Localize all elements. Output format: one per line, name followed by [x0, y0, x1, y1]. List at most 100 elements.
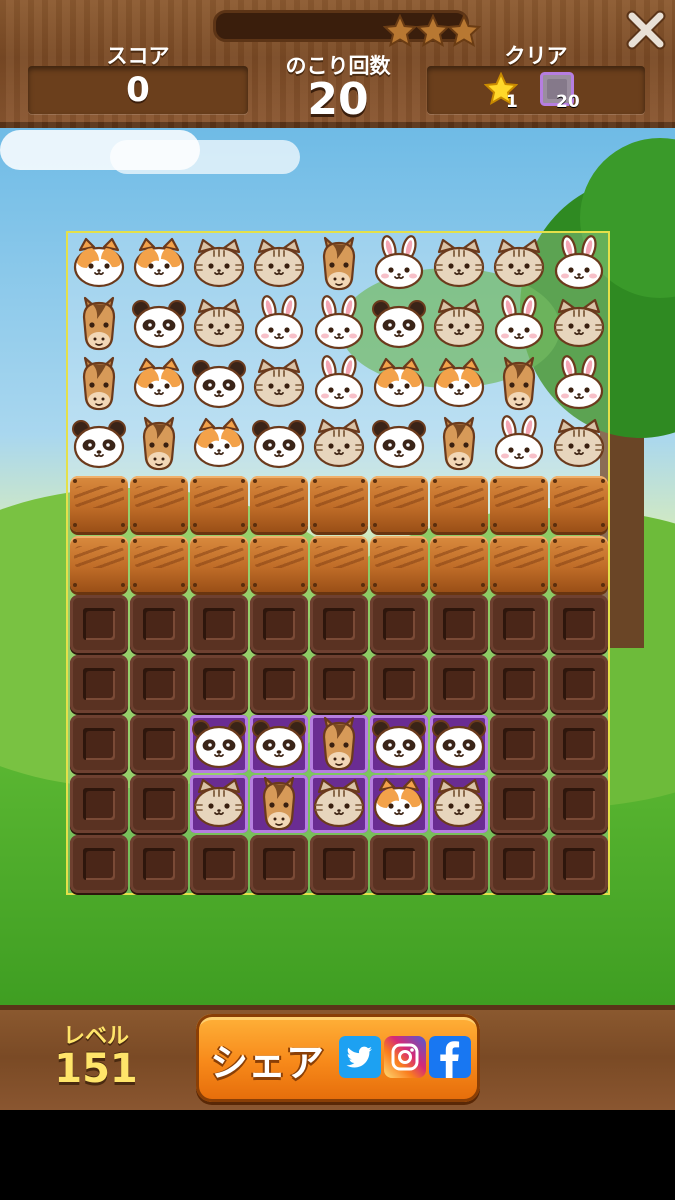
wood-crate-block[interactable] — [549, 534, 609, 594]
chocolate-block[interactable] — [249, 594, 309, 654]
chocolate-block[interactable] — [69, 774, 129, 834]
chocolate-block[interactable] — [549, 774, 609, 834]
chocolate-block[interactable] — [549, 654, 609, 714]
calico-cat-tile[interactable] — [69, 234, 129, 294]
tabby-cat-tile[interactable] — [489, 234, 549, 294]
tabby-cat-tile-on-purple[interactable] — [189, 774, 249, 834]
tabby-cat-tile[interactable] — [189, 294, 249, 354]
rabbit-tile[interactable] — [549, 354, 609, 414]
wood-crate-block[interactable] — [429, 534, 489, 594]
wood-crate-block[interactable] — [549, 474, 609, 534]
chocolate-block[interactable] — [549, 714, 609, 774]
wood-crate-block[interactable] — [309, 474, 369, 534]
wood-crate-block[interactable] — [309, 534, 369, 594]
wood-crate-block[interactable] — [369, 474, 429, 534]
chocolate-block[interactable] — [249, 654, 309, 714]
chocolate-block[interactable] — [429, 834, 489, 894]
share-button[interactable]: シェア — [196, 1014, 480, 1102]
tabby-cat-tile[interactable] — [189, 234, 249, 294]
chocolate-block[interactable] — [249, 834, 309, 894]
chocolate-block[interactable] — [489, 654, 549, 714]
horse-tile[interactable] — [129, 414, 189, 474]
chocolate-block[interactable] — [189, 654, 249, 714]
rabbit-tile[interactable] — [309, 294, 369, 354]
wood-crate-block[interactable] — [189, 534, 249, 594]
calico-cat-tile[interactable] — [129, 234, 189, 294]
wood-crate-block[interactable] — [369, 534, 429, 594]
horse-tile[interactable] — [69, 294, 129, 354]
chocolate-block[interactable] — [489, 594, 549, 654]
panda-tile[interactable] — [249, 414, 309, 474]
wood-crate-block[interactable] — [129, 534, 189, 594]
chocolate-block[interactable] — [489, 834, 549, 894]
horse-tile[interactable] — [489, 354, 549, 414]
calico-cat-tile[interactable] — [189, 414, 249, 474]
chocolate-block[interactable] — [549, 594, 609, 654]
horse-tile[interactable] — [69, 354, 129, 414]
chocolate-block[interactable] — [369, 834, 429, 894]
rabbit-tile[interactable] — [249, 294, 309, 354]
rabbit-tile[interactable] — [489, 414, 549, 474]
chocolate-block[interactable] — [429, 654, 489, 714]
wood-crate-block[interactable] — [129, 474, 189, 534]
horse-tile[interactable] — [429, 414, 489, 474]
panda-tile[interactable] — [369, 294, 429, 354]
horse-tile-on-purple[interactable] — [249, 774, 309, 834]
calico-cat-tile-on-purple[interactable] — [369, 774, 429, 834]
rabbit-tile[interactable] — [369, 234, 429, 294]
chocolate-block[interactable] — [189, 594, 249, 654]
panda-tile[interactable] — [189, 354, 249, 414]
tabby-cat-tile[interactable] — [549, 294, 609, 354]
wood-crate-block[interactable] — [69, 534, 129, 594]
rabbit-tile[interactable] — [309, 354, 369, 414]
rabbit-tile[interactable] — [549, 234, 609, 294]
calico-cat-tile[interactable] — [369, 354, 429, 414]
wood-crate-block[interactable] — [489, 474, 549, 534]
panda-tile-on-purple[interactable] — [189, 714, 249, 774]
tabby-cat-tile[interactable] — [309, 414, 369, 474]
wood-crate-block[interactable] — [249, 534, 309, 594]
tabby-cat-tile-on-purple[interactable] — [429, 774, 489, 834]
chocolate-block[interactable] — [69, 594, 129, 654]
chocolate-block[interactable] — [129, 714, 189, 774]
chocolate-block[interactable] — [129, 594, 189, 654]
calico-cat-tile[interactable] — [129, 354, 189, 414]
panda-tile-on-purple[interactable] — [249, 714, 309, 774]
tabby-cat-tile[interactable] — [549, 414, 609, 474]
chocolate-block[interactable] — [429, 594, 489, 654]
tabby-cat-tile[interactable] — [249, 354, 309, 414]
wood-crate-block[interactable] — [249, 474, 309, 534]
panda-tile-on-purple[interactable] — [429, 714, 489, 774]
panda-tile[interactable] — [129, 294, 189, 354]
chocolate-block[interactable] — [489, 714, 549, 774]
chocolate-block[interactable] — [309, 654, 369, 714]
chocolate-block[interactable] — [69, 714, 129, 774]
chocolate-block[interactable] — [549, 834, 609, 894]
horse-tile-on-purple[interactable] — [309, 714, 369, 774]
chocolate-block[interactable] — [69, 654, 129, 714]
chocolate-block[interactable] — [489, 774, 549, 834]
tabby-cat-tile[interactable] — [429, 294, 489, 354]
wood-crate-block[interactable] — [189, 474, 249, 534]
tabby-cat-tile[interactable] — [249, 234, 309, 294]
tabby-cat-tile-on-purple[interactable] — [309, 774, 369, 834]
chocolate-block[interactable] — [129, 774, 189, 834]
chocolate-block[interactable] — [309, 834, 369, 894]
chocolate-block[interactable] — [69, 834, 129, 894]
panda-tile[interactable] — [69, 414, 129, 474]
chocolate-block[interactable] — [129, 834, 189, 894]
calico-cat-tile[interactable] — [429, 354, 489, 414]
rabbit-tile[interactable] — [489, 294, 549, 354]
wood-crate-block[interactable] — [69, 474, 129, 534]
tabby-cat-tile[interactable] — [429, 234, 489, 294]
chocolate-block[interactable] — [189, 834, 249, 894]
horse-tile[interactable] — [309, 234, 369, 294]
chocolate-block[interactable] — [129, 654, 189, 714]
wood-crate-block[interactable] — [489, 534, 549, 594]
panda-tile-on-purple[interactable] — [369, 714, 429, 774]
chocolate-block[interactable] — [369, 654, 429, 714]
chocolate-block[interactable] — [309, 594, 369, 654]
wood-crate-block[interactable] — [429, 474, 489, 534]
panda-tile[interactable] — [369, 414, 429, 474]
chocolate-block[interactable] — [369, 594, 429, 654]
